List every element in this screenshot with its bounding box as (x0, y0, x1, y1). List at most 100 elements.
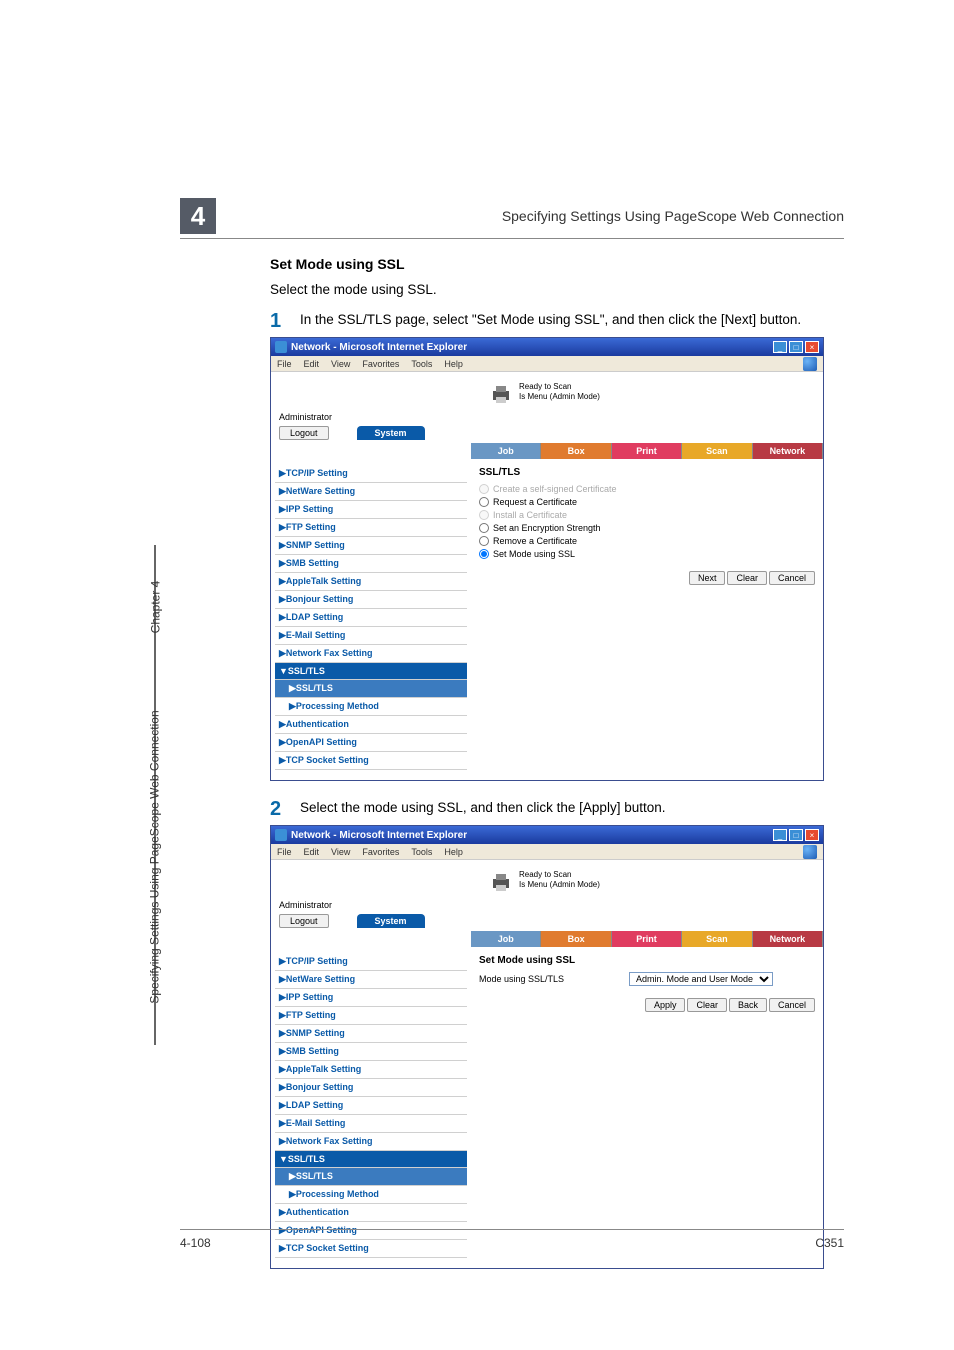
tab-network[interactable]: Network (753, 443, 823, 459)
browser-menubar: File Edit View Favorites Tools Help (271, 844, 823, 860)
tab-scan[interactable]: Scan (682, 931, 752, 947)
radio-install-cert[interactable] (479, 510, 489, 520)
back-button[interactable]: Back (729, 998, 767, 1012)
sidebar-item-ssltls-group[interactable]: ▼SSL/TLS (275, 663, 467, 680)
sidebar-item-snmp[interactable]: ▶SNMP Setting (275, 537, 467, 555)
sidebar-item-appletalk[interactable]: ▶AppleTalk Setting (275, 573, 467, 591)
tab-print[interactable]: Print (612, 931, 682, 947)
system-tab[interactable]: System (357, 914, 425, 928)
apply-button[interactable]: Apply (645, 998, 686, 1012)
status-line-1: Ready to Scan (519, 382, 600, 392)
side-tab: Chapter 4 Specifying Settings Using Page… (142, 570, 168, 1030)
maximize-button[interactable]: □ (789, 341, 803, 353)
sidebar-item-authentication[interactable]: ▶Authentication (275, 1204, 467, 1222)
section-heading: Set Mode using SSL (270, 256, 830, 272)
sidebar-item-ftp[interactable]: ▶FTP Setting (275, 1007, 467, 1025)
menu-favorites[interactable]: Favorites (362, 847, 399, 857)
status-line-1: Ready to Scan (519, 870, 600, 880)
sidebar-item-networkfax[interactable]: ▶Network Fax Setting (275, 1133, 467, 1151)
tab-box[interactable]: Box (541, 931, 611, 947)
minimize-button[interactable]: _ (773, 829, 787, 841)
page-header: 4 Specifying Settings Using PageScope We… (180, 198, 844, 239)
sidebar-item-tcpip[interactable]: ▶TCP/IP Setting (275, 953, 467, 971)
sidebar-item-ipp[interactable]: ▶IPP Setting (275, 989, 467, 1007)
next-button[interactable]: Next (689, 571, 726, 585)
sidebar-item-ssltls-group[interactable]: ▼SSL/TLS (275, 1151, 467, 1168)
sidebar-item-netware[interactable]: ▶NetWare Setting (275, 971, 467, 989)
sidebar-item-appletalk[interactable]: ▶AppleTalk Setting (275, 1061, 467, 1079)
sidebar-item-bonjour[interactable]: ▶Bonjour Setting (275, 591, 467, 609)
sidebar-item-openapi[interactable]: ▶OpenAPI Setting (275, 734, 467, 752)
step-number: 2 (270, 799, 300, 819)
menu-tools[interactable]: Tools (411, 359, 432, 369)
tab-job[interactable]: Job (471, 931, 541, 947)
sidebar-item-networkfax[interactable]: ▶Network Fax Setting (275, 645, 467, 663)
menu-help[interactable]: Help (444, 359, 463, 369)
tab-network[interactable]: Network (753, 931, 823, 947)
close-button[interactable]: × (805, 341, 819, 353)
admin-label: Administrator (279, 412, 815, 422)
sidebar-sub-processing[interactable]: ▶Processing Method (275, 1186, 467, 1204)
radio-request-cert[interactable] (479, 497, 489, 507)
window-title: Network - Microsoft Internet Explorer (291, 830, 773, 841)
pane-heading: SSL/TLS (479, 467, 815, 478)
side-tab-title: Specifying Settings Using PageScope Web … (148, 710, 162, 1003)
sidebar-item-ftp[interactable]: ▶FTP Setting (275, 519, 467, 537)
browser-menubar: File Edit View Favorites Tools Help (271, 356, 823, 372)
sidebar-item-email[interactable]: ▶E-Mail Setting (275, 1115, 467, 1133)
ie-icon (275, 829, 287, 841)
sidebar-item-tcpip[interactable]: ▶TCP/IP Setting (275, 465, 467, 483)
menu-tools[interactable]: Tools (411, 847, 432, 857)
sidebar-sub-ssltls[interactable]: ▶SSL/TLS (275, 680, 467, 698)
clear-button[interactable]: Clear (727, 571, 767, 585)
radio-remove-cert[interactable] (479, 536, 489, 546)
radio-set-mode-ssl[interactable] (479, 549, 489, 559)
sidebar-item-ipp[interactable]: ▶IPP Setting (275, 501, 467, 519)
menu-file[interactable]: File (277, 847, 292, 857)
chapter-number-box: 4 (180, 198, 216, 234)
system-tab[interactable]: System (357, 426, 425, 440)
maximize-button[interactable]: □ (789, 829, 803, 841)
mode-select[interactable]: Admin. Mode and User Mode (629, 972, 773, 986)
menu-edit[interactable]: Edit (304, 359, 320, 369)
logout-button[interactable]: Logout (279, 914, 329, 928)
ie-logo-icon (803, 845, 817, 859)
menu-favorites[interactable]: Favorites (362, 359, 399, 369)
screenshot-2: Network - Microsoft Internet Explorer _ … (270, 825, 824, 1269)
sidebar-item-ldap[interactable]: ▶LDAP Setting (275, 1097, 467, 1115)
cancel-button[interactable]: Cancel (769, 571, 815, 585)
sidebar-item-smb[interactable]: ▶SMB Setting (275, 555, 467, 573)
sidebar-item-smb[interactable]: ▶SMB Setting (275, 1043, 467, 1061)
step-text: In the SSL/TLS page, select "Set Mode us… (300, 311, 830, 330)
menu-help[interactable]: Help (444, 847, 463, 857)
menu-view[interactable]: View (331, 359, 350, 369)
tab-print[interactable]: Print (612, 443, 682, 459)
radio-create-cert[interactable] (479, 484, 489, 494)
side-tab-chapter: Chapter 4 (148, 581, 162, 634)
menu-edit[interactable]: Edit (304, 847, 320, 857)
sidebar-item-bonjour[interactable]: ▶Bonjour Setting (275, 1079, 467, 1097)
sidebar-item-ldap[interactable]: ▶LDAP Setting (275, 609, 467, 627)
sidebar-item-email[interactable]: ▶E-Mail Setting (275, 627, 467, 645)
tab-scan[interactable]: Scan (682, 443, 752, 459)
close-button[interactable]: × (805, 829, 819, 841)
menu-file[interactable]: File (277, 359, 292, 369)
ie-logo-icon (803, 357, 817, 371)
sidebar-sub-processing[interactable]: ▶Processing Method (275, 698, 467, 716)
tab-box[interactable]: Box (541, 443, 611, 459)
radio-label: Create a self-signed Certificate (493, 484, 617, 494)
sidebar-item-netware[interactable]: ▶NetWare Setting (275, 483, 467, 501)
minimize-button[interactable]: _ (773, 341, 787, 353)
sidebar-item-authentication[interactable]: ▶Authentication (275, 716, 467, 734)
clear-button[interactable]: Clear (687, 998, 727, 1012)
screenshot-1: Network - Microsoft Internet Explorer _ … (270, 337, 824, 781)
sidebar-item-tcpsocket[interactable]: ▶TCP Socket Setting (275, 752, 467, 770)
tab-job[interactable]: Job (471, 443, 541, 459)
sidebar-item-snmp[interactable]: ▶SNMP Setting (275, 1025, 467, 1043)
logout-button[interactable]: Logout (279, 426, 329, 440)
header-title: Specifying Settings Using PageScope Web … (502, 208, 844, 224)
sidebar-sub-ssltls[interactable]: ▶SSL/TLS (275, 1168, 467, 1186)
radio-encryption-strength[interactable] (479, 523, 489, 533)
cancel-button[interactable]: Cancel (769, 998, 815, 1012)
menu-view[interactable]: View (331, 847, 350, 857)
